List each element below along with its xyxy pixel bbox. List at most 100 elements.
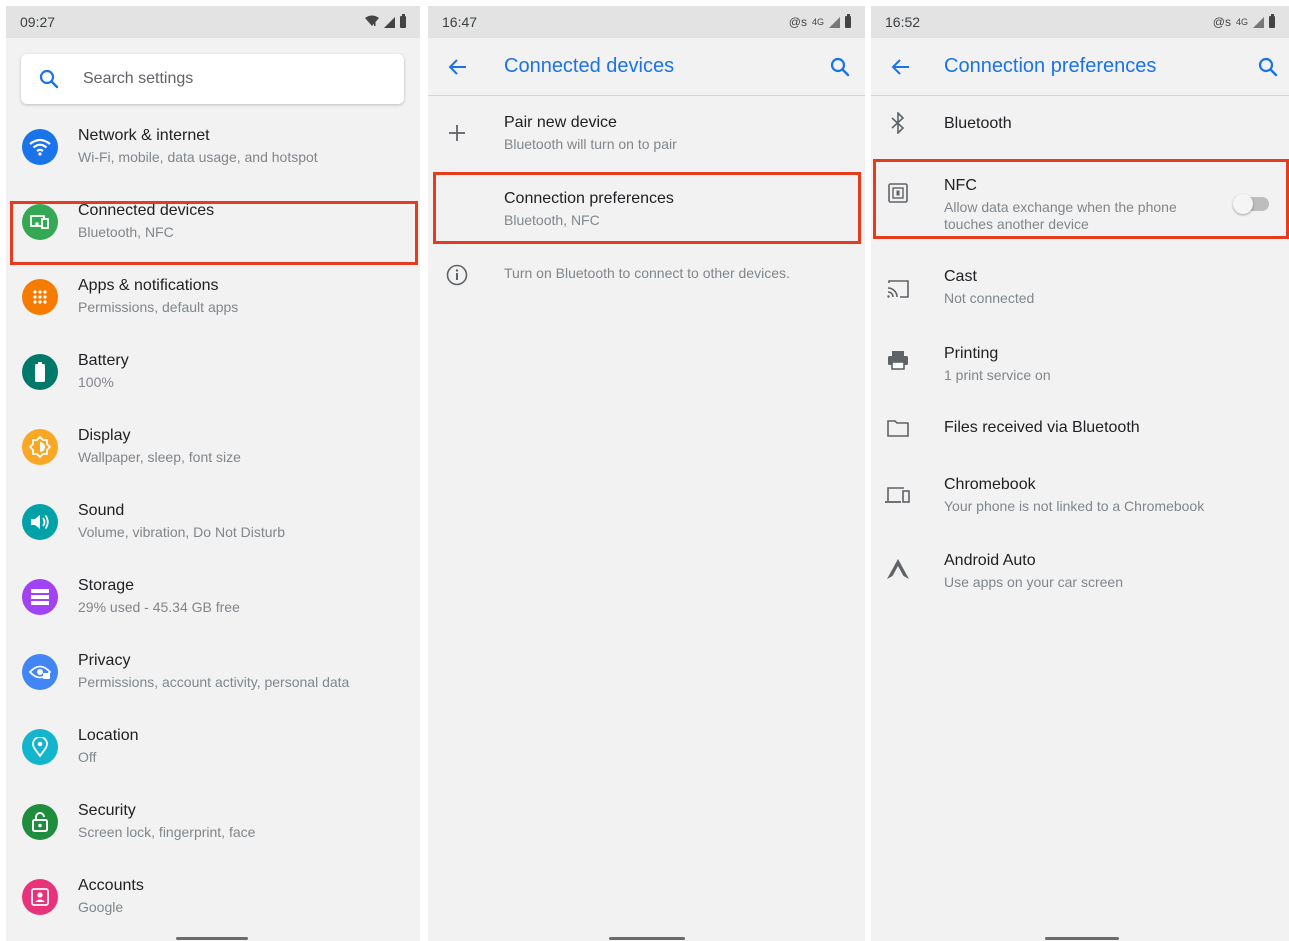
item-subtitle: Use apps on your car screen xyxy=(944,574,1123,590)
android-auto-icon xyxy=(885,556,911,582)
item-subtitle: Permissions, account activity, personal … xyxy=(78,674,350,690)
item-subtitle: Permissions, default apps xyxy=(78,299,239,315)
item-subtitle: 29% used - 45.34 GB free xyxy=(78,599,240,615)
apps-grid-icon xyxy=(22,279,58,315)
status-icons: @s 4G xyxy=(1212,14,1275,29)
item-subtitle: Not connected xyxy=(944,290,1035,306)
item-subtitle: Wi-Fi, mobile, data usage, and hotspot xyxy=(78,149,318,165)
search-icon xyxy=(39,69,59,89)
item-subtitle: Screen lock, fingerprint, face xyxy=(78,824,256,840)
4g-icon: 4G xyxy=(1235,17,1248,27)
pair-new-device-item[interactable]: Pair new device Bluetooth will turn on t… xyxy=(428,98,865,168)
connection-preferences-screen: 16:52 @s 4G Connection preferences Bluet… xyxy=(871,6,1289,941)
signal-icon xyxy=(384,16,395,28)
settings-item-security[interactable]: Security Screen lock, fingerprint, face xyxy=(6,787,420,862)
item-subtitle: 1 print service on xyxy=(944,367,1051,383)
settings-item-network[interactable]: Network & internet Wi-Fi, mobile, data u… xyxy=(6,112,420,187)
back-arrow-icon[interactable] xyxy=(889,55,913,79)
cast-status-icon: @s xyxy=(1212,15,1231,29)
item-subtitle: Google xyxy=(78,899,124,915)
settings-item-battery[interactable]: Battery 100% xyxy=(6,337,420,412)
item-subtitle: Your phone is not linked to a Chromebook xyxy=(944,498,1205,514)
brightness-icon xyxy=(22,429,58,465)
location-pin-icon xyxy=(22,729,58,765)
bluetooth-info-row: Turn on Bluetooth to connect to other de… xyxy=(428,256,865,296)
item-title: Sound xyxy=(78,502,125,519)
wifi-icon xyxy=(22,129,58,165)
battery-icon xyxy=(400,14,406,28)
signal-icon xyxy=(1253,16,1264,28)
android-auto-item[interactable]: Android Auto Use apps on your car screen xyxy=(871,538,1289,602)
chromebook-item[interactable]: Chromebook Your phone is not linked to a… xyxy=(871,462,1289,526)
item-title: Printing xyxy=(944,345,999,362)
status-time: 09:27 xyxy=(20,14,56,30)
search-icon[interactable] xyxy=(828,55,852,79)
settings-item-storage[interactable]: Storage 29% used - 45.34 GB free xyxy=(6,562,420,637)
settings-item-location[interactable]: Location Off xyxy=(6,712,420,787)
nav-handle[interactable] xyxy=(1045,937,1119,940)
search-settings-bar[interactable]: Search settings xyxy=(21,54,404,104)
status-bar: 16:52 @s 4G xyxy=(871,6,1289,38)
cast-status-icon: @s xyxy=(788,15,807,29)
printing-item[interactable]: Printing 1 print service on xyxy=(871,330,1289,394)
item-subtitle: Wallpaper, sleep, font size xyxy=(78,449,241,465)
bluetooth-icon xyxy=(885,110,911,136)
item-subtitle: 100% xyxy=(78,374,114,390)
folder-icon xyxy=(885,415,911,441)
item-title: Privacy xyxy=(78,652,131,669)
status-time: 16:52 xyxy=(885,14,921,30)
settings-item-privacy[interactable]: Privacy Permissions, account activity, p… xyxy=(6,637,420,712)
nav-handle[interactable] xyxy=(176,937,248,940)
storage-icon xyxy=(22,579,58,615)
item-title: Android Auto xyxy=(944,552,1036,569)
settings-item-sound[interactable]: Sound Volume, vibration, Do Not Disturb xyxy=(6,487,420,562)
highlight-box xyxy=(433,172,861,244)
item-title: Display xyxy=(78,427,131,444)
item-title: Network & internet xyxy=(78,127,210,144)
item-title: Cast xyxy=(944,268,977,285)
volume-icon xyxy=(22,504,58,540)
settings-screen: 09:27 Search settings Network & internet… xyxy=(6,6,420,941)
settings-item-display[interactable]: Display Wallpaper, sleep, font size xyxy=(6,412,420,487)
status-icons: @s 4G xyxy=(788,14,851,29)
bluetooth-item[interactable]: Bluetooth xyxy=(871,98,1289,150)
item-subtitle: Off xyxy=(78,749,97,765)
nav-handle[interactable] xyxy=(609,937,685,940)
signal-icon xyxy=(829,16,840,28)
item-title: Accounts xyxy=(78,877,144,894)
search-icon[interactable] xyxy=(1256,55,1280,79)
page-title: Connection preferences xyxy=(944,55,1157,77)
privacy-eye-icon xyxy=(22,654,58,690)
4g-icon: 4G xyxy=(811,17,824,27)
chromebook-icon xyxy=(885,482,911,508)
app-bar: Connected devices xyxy=(428,38,865,96)
item-subtitle: Bluetooth will turn on to pair xyxy=(504,136,677,152)
files-received-item[interactable]: Files received via Bluetooth xyxy=(871,406,1289,458)
highlight-box xyxy=(10,201,418,265)
item-title: Storage xyxy=(78,577,135,594)
item-title: Apps & notifications xyxy=(78,277,219,294)
battery-icon xyxy=(1269,14,1275,28)
item-title: Bluetooth xyxy=(944,115,1012,132)
page-title: Connected devices xyxy=(504,55,675,77)
back-arrow-icon[interactable] xyxy=(446,55,470,79)
item-subtitle: Volume, vibration, Do Not Disturb xyxy=(78,524,285,540)
info-icon xyxy=(444,262,470,288)
status-bar: 09:27 xyxy=(6,6,420,38)
status-bar: 16:47 @s 4G xyxy=(428,6,865,38)
search-placeholder: Search settings xyxy=(83,70,194,87)
app-bar: Connection preferences xyxy=(871,38,1289,96)
item-title: Chromebook xyxy=(944,476,1036,493)
account-icon xyxy=(22,879,58,915)
settings-item-apps[interactable]: Apps & notifications Permissions, defaul… xyxy=(6,262,420,337)
item-title: Pair new device xyxy=(504,114,617,131)
wifi-status-icon xyxy=(365,15,379,30)
battery-icon xyxy=(22,354,58,390)
cast-icon xyxy=(885,276,911,302)
settings-item-accounts[interactable]: Accounts Google xyxy=(6,862,420,937)
item-title: Files received via Bluetooth xyxy=(944,419,1140,436)
plus-icon xyxy=(444,120,470,146)
cast-item[interactable]: Cast Not connected xyxy=(871,254,1289,318)
connected-devices-screen: 16:47 @s 4G Connected devices Pair new d… xyxy=(428,6,865,941)
item-title: Security xyxy=(78,802,136,819)
